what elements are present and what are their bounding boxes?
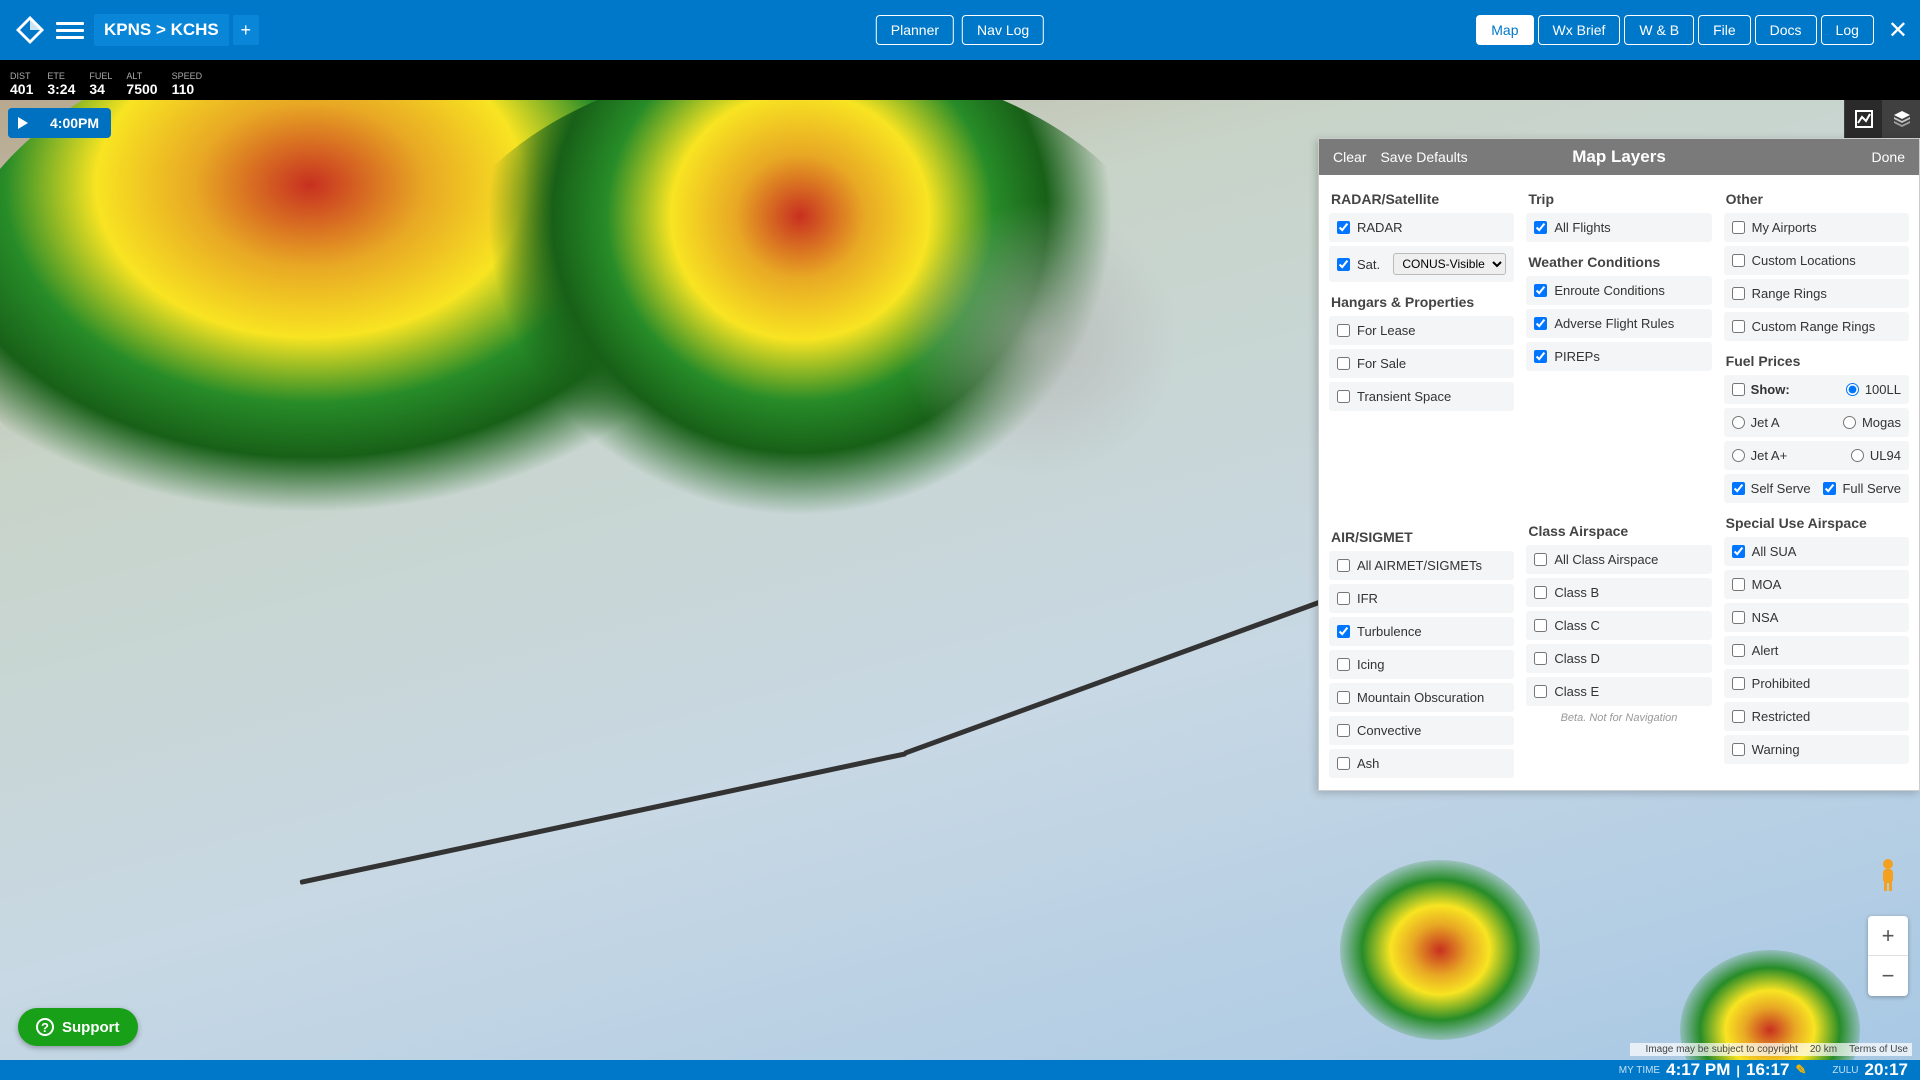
layer-custom-range-rings[interactable]: Custom Range Rings xyxy=(1724,312,1909,341)
layer-ifr[interactable]: IFR xyxy=(1329,584,1514,613)
layer-all-sua[interactable]: All SUA xyxy=(1724,537,1909,566)
layers-icon[interactable] xyxy=(1882,100,1920,138)
stat-fuel: FUEL34 xyxy=(89,71,112,97)
group-other: Other xyxy=(1724,183,1909,213)
stat-alt: ALT7500 xyxy=(126,71,157,97)
layer-radar[interactable]: RADAR xyxy=(1329,213,1514,242)
zulu-label: ZULU xyxy=(1832,1065,1858,1076)
streetview-pegman-icon[interactable] xyxy=(1874,857,1902,900)
add-route-button[interactable]: + xyxy=(233,15,259,45)
group-radar-satellite: RADAR/Satellite xyxy=(1329,183,1514,213)
app-logo[interactable] xyxy=(12,12,48,48)
panel-header: Clear Save Defaults Map Layers Done xyxy=(1319,139,1919,175)
layer-convective[interactable]: Convective xyxy=(1329,716,1514,745)
layer-warning[interactable]: Warning xyxy=(1724,735,1909,764)
zoom-in-button[interactable]: + xyxy=(1868,916,1908,956)
layer-transient[interactable]: Transient Space xyxy=(1329,382,1514,411)
group-fuel-prices: Fuel Prices xyxy=(1724,345,1909,375)
clear-button[interactable]: Clear xyxy=(1333,149,1366,165)
map-layers-panel: Clear Save Defaults Map Layers Done RADA… xyxy=(1318,138,1920,791)
zulu-value: 20:17 xyxy=(1865,1060,1908,1080)
menu-icon[interactable] xyxy=(56,16,84,44)
layer-col-1: RADAR/Satellite RADAR Sat.CONUS-Visible … xyxy=(1323,183,1520,782)
layer-all-airmet[interactable]: All AIRMET/SIGMETs xyxy=(1329,551,1514,580)
localtime-value: 16:17 xyxy=(1746,1060,1789,1080)
layer-custom-locations[interactable]: Custom Locations xyxy=(1724,246,1909,275)
tab-map[interactable]: Map xyxy=(1476,15,1533,45)
flight-stats-bar: DIST401 ETE3:24 FUEL34 ALT7500 SPEED110 xyxy=(0,60,1920,100)
group-class-airspace: Class Airspace xyxy=(1526,515,1711,545)
layer-adverse[interactable]: Adverse Flight Rules xyxy=(1526,309,1711,338)
help-icon: ? xyxy=(36,1018,54,1036)
layer-my-airports[interactable]: My Airports xyxy=(1724,213,1909,242)
zoom-out-button[interactable]: − xyxy=(1868,956,1908,996)
group-trip: Trip xyxy=(1526,183,1711,213)
support-button[interactable]: ? Support xyxy=(18,1008,138,1046)
fuel-row-3[interactable]: Jet A+ UL94 xyxy=(1724,441,1909,470)
layer-moa[interactable]: MOA xyxy=(1724,570,1909,599)
layer-mountain-obsc[interactable]: Mountain Obscuration xyxy=(1329,683,1514,712)
layer-icing[interactable]: Icing xyxy=(1329,650,1514,679)
save-defaults-button[interactable]: Save Defaults xyxy=(1380,149,1467,165)
tab-file[interactable]: File xyxy=(1698,15,1751,45)
layer-col-2: Trip All Flights Weather Conditions Enro… xyxy=(1520,183,1717,782)
layer-restricted[interactable]: Restricted xyxy=(1724,702,1909,731)
layer-for-sale[interactable]: For Sale xyxy=(1329,349,1514,378)
layer-class-b[interactable]: Class B xyxy=(1526,578,1711,607)
layer-range-rings[interactable]: Range Rings xyxy=(1724,279,1909,308)
layer-for-lease[interactable]: For Lease xyxy=(1329,316,1514,345)
planner-button[interactable]: Planner xyxy=(876,15,954,45)
layer-turbulence[interactable]: Turbulence xyxy=(1329,617,1514,646)
layer-class-d[interactable]: Class D xyxy=(1526,644,1711,673)
layer-sat[interactable]: Sat.CONUS-Visible xyxy=(1329,246,1514,282)
map-attribution: Image may be subject to copyright20 kmTe… xyxy=(1630,1043,1912,1056)
tab-log[interactable]: Log xyxy=(1821,15,1874,45)
mytime-label: MY TIME xyxy=(1619,1065,1660,1076)
fuel-row-1[interactable]: Show: 100LL xyxy=(1724,375,1909,404)
layer-all-flights[interactable]: All Flights xyxy=(1526,213,1711,242)
tab-wxbrief[interactable]: Wx Brief xyxy=(1538,15,1621,45)
stat-dist: DIST401 xyxy=(10,71,33,97)
layer-class-e[interactable]: Class E xyxy=(1526,677,1711,706)
time-display: 4:00PM xyxy=(38,108,111,138)
class-e-note: Beta. Not for Navigation xyxy=(1526,710,1711,730)
map-canvas[interactable]: 4:00PM Clear Save Defaults Map Layers Do… xyxy=(0,100,1920,1060)
navlog-button[interactable]: Nav Log xyxy=(962,15,1044,45)
stat-speed: SPEED110 xyxy=(172,71,203,97)
play-icon[interactable] xyxy=(8,108,38,138)
group-weather-cond: Weather Conditions xyxy=(1526,246,1711,276)
route-line xyxy=(299,751,906,885)
layer-class-c[interactable]: Class C xyxy=(1526,611,1711,640)
layer-col-3: Other My Airports Custom Locations Range… xyxy=(1718,183,1915,782)
group-sua: Special Use Airspace xyxy=(1724,507,1909,537)
sat-select[interactable]: CONUS-Visible xyxy=(1393,253,1506,275)
panel-title: Map Layers xyxy=(1572,147,1666,167)
chart-tool-icon[interactable] xyxy=(1844,100,1882,138)
footer-bar: MY TIME 4:17 PM | 16:17 ✎ ZULU 20:17 xyxy=(0,1060,1920,1080)
time-scrubber[interactable]: 4:00PM xyxy=(8,108,111,138)
layer-nsa[interactable]: NSA xyxy=(1724,603,1909,632)
edit-time-icon[interactable]: ✎ xyxy=(1795,1062,1806,1078)
layer-all-class[interactable]: All Class Airspace xyxy=(1526,545,1711,574)
stat-ete: ETE3:24 xyxy=(47,71,75,97)
fuel-row-2[interactable]: Jet A Mogas xyxy=(1724,408,1909,437)
mytime-value: 4:17 PM xyxy=(1666,1060,1730,1080)
close-icon[interactable]: ✕ xyxy=(1888,16,1908,45)
header-bar: KPNS > KCHS + Planner Nav Log Map Wx Bri… xyxy=(0,0,1920,60)
layer-prohibited[interactable]: Prohibited xyxy=(1724,669,1909,698)
route-display[interactable]: KPNS > KCHS xyxy=(94,14,229,46)
layer-enroute[interactable]: Enroute Conditions xyxy=(1526,276,1711,305)
fuel-row-4[interactable]: Self Serve Full Serve xyxy=(1724,474,1909,503)
group-airsigmet: AIR/SIGMET xyxy=(1329,521,1514,551)
route-line xyxy=(903,594,1337,756)
layer-ash[interactable]: Ash xyxy=(1329,749,1514,778)
zoom-controls: + − xyxy=(1868,916,1908,996)
layer-pireps[interactable]: PIREPs xyxy=(1526,342,1711,371)
tab-wb[interactable]: W & B xyxy=(1624,15,1694,45)
done-button[interactable]: Done xyxy=(1872,149,1905,165)
group-hangars: Hangars & Properties xyxy=(1329,286,1514,316)
tab-docs[interactable]: Docs xyxy=(1755,15,1817,45)
layer-alert[interactable]: Alert xyxy=(1724,636,1909,665)
